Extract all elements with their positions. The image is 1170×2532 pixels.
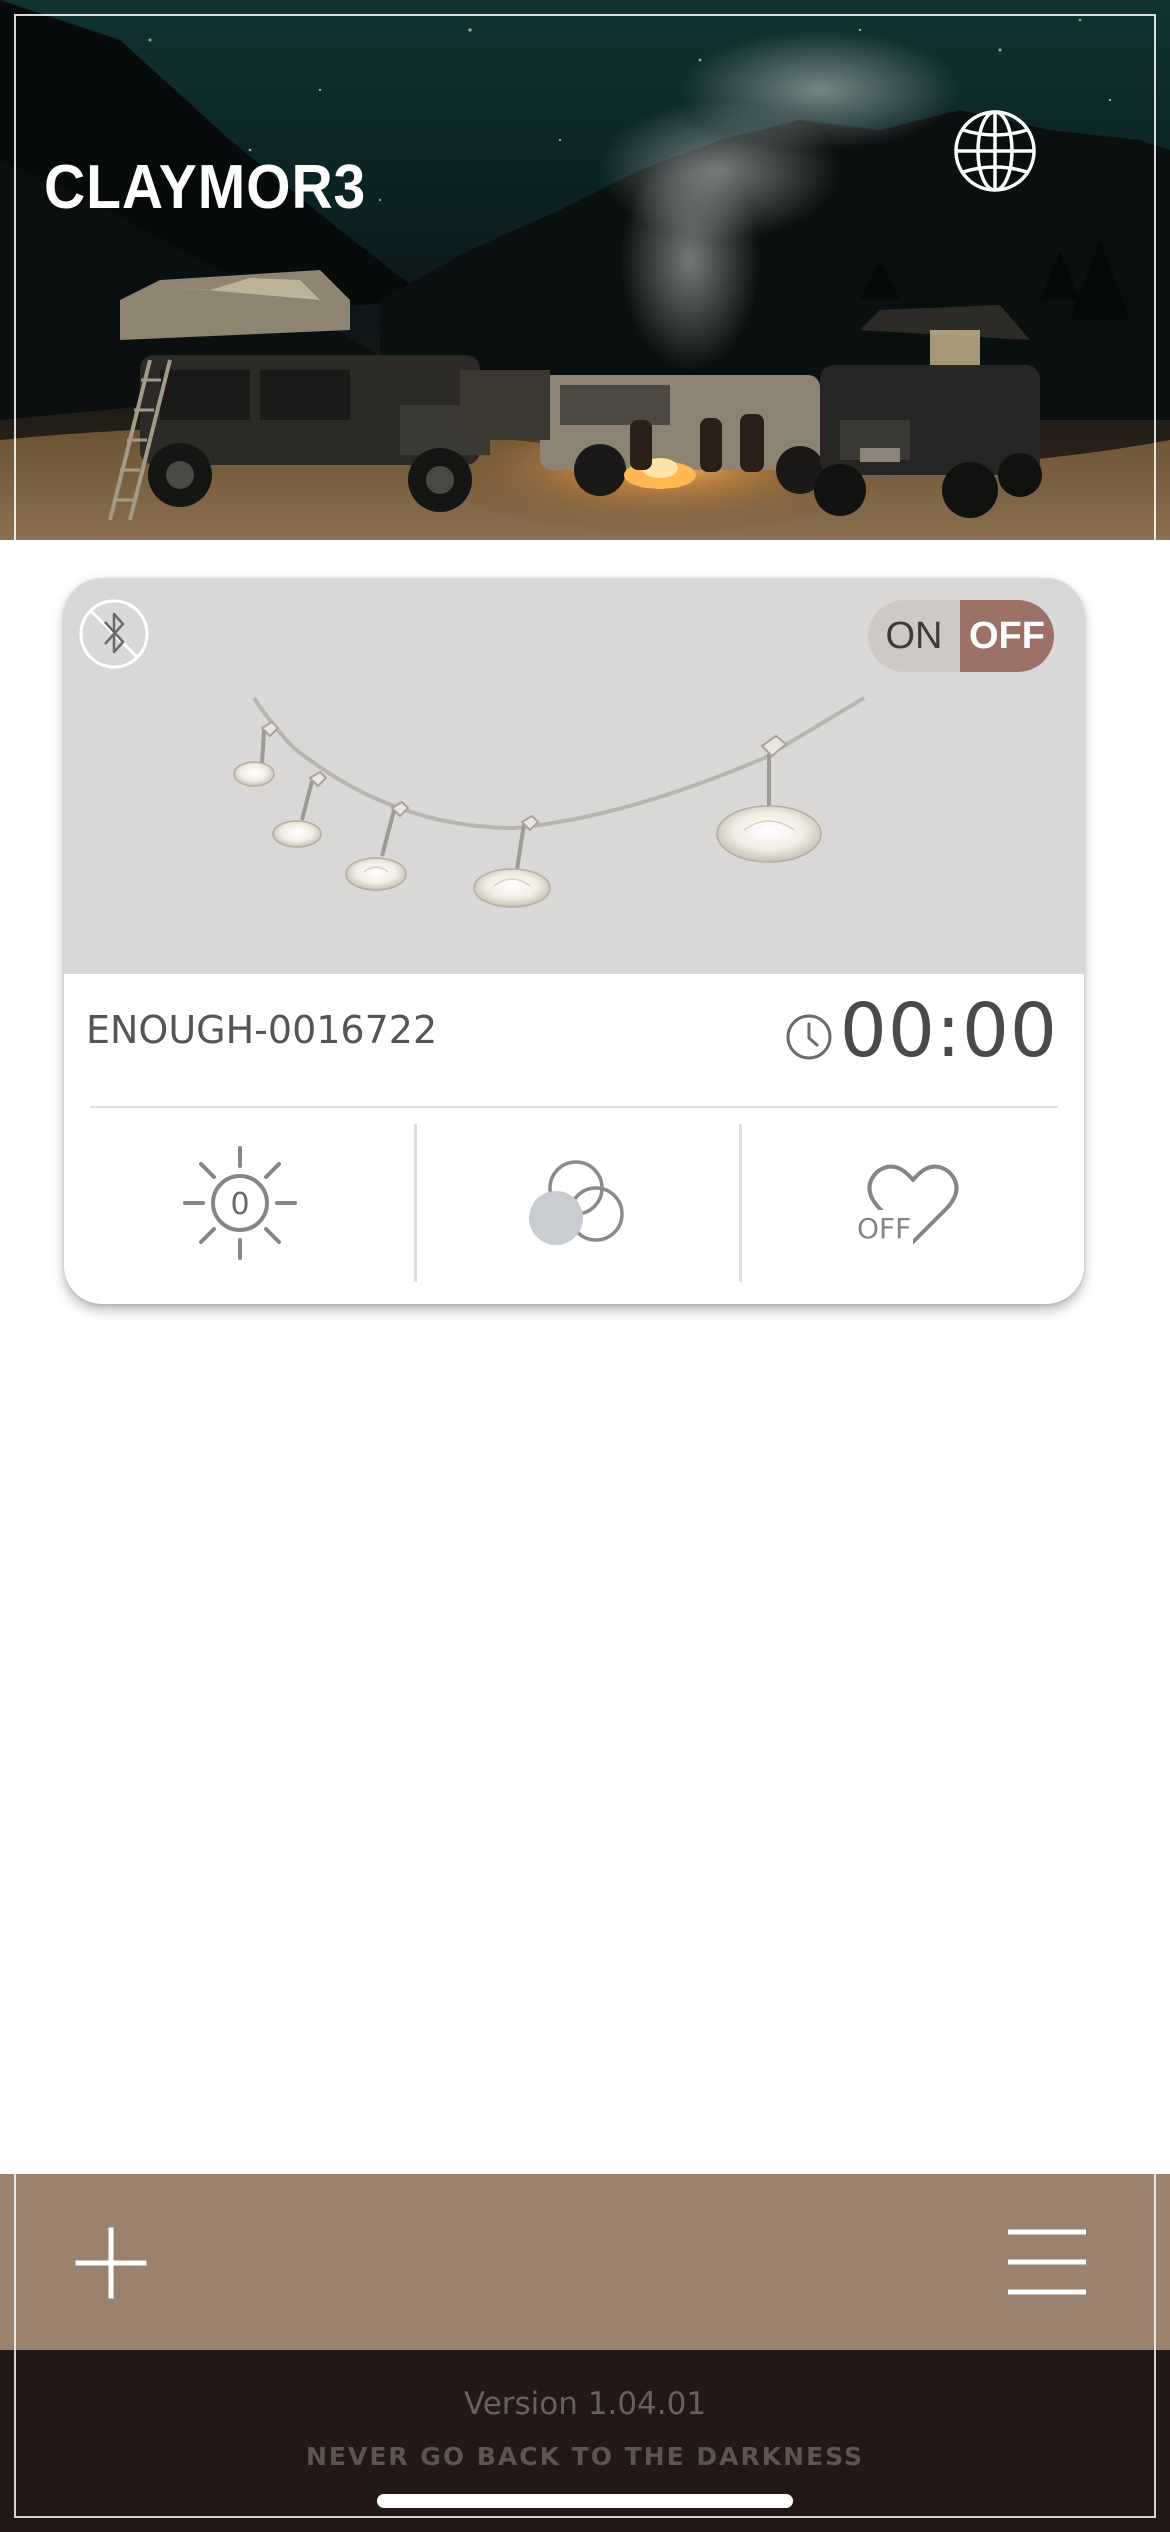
timer-display[interactable]: 00:00 bbox=[840, 988, 1058, 1074]
brightness-icon: 0 bbox=[183, 1146, 297, 1260]
favorite-button[interactable]: OFF bbox=[742, 1124, 1084, 1282]
app-version: Version 1.04.01 bbox=[463, 2386, 707, 2422]
footer: Version 1.04.01 NEVER GO BACK TO THE DAR… bbox=[0, 2350, 1170, 2532]
plus-icon[interactable] bbox=[74, 2226, 148, 2300]
hamburger-icon[interactable] bbox=[1006, 2226, 1088, 2298]
favorite-off-label: OFF bbox=[857, 1212, 911, 1245]
device-image: ON OFF bbox=[64, 578, 1084, 974]
device-card[interactable]: ON OFF ENOUGH-0016722 00:00 0 OFF bbox=[64, 578, 1084, 1304]
hero-banner: CLAYMOR3 bbox=[0, 0, 1170, 540]
tagline: NEVER GO BACK TO THE DARKNESS bbox=[305, 2442, 865, 2471]
toggle-on-label[interactable]: ON bbox=[868, 600, 960, 672]
color-mix-icon bbox=[529, 1160, 624, 1245]
device-name: ENOUGH-0016722 bbox=[86, 1008, 438, 1052]
toggle-off-label[interactable]: OFF bbox=[960, 600, 1054, 672]
color-button[interactable] bbox=[417, 1124, 739, 1282]
home-indicator[interactable] bbox=[377, 2494, 793, 2508]
app-screen: CLAYMOR3 ON OFF ENOUGH-0016722 00:00 0 O… bbox=[0, 0, 1170, 2532]
heart-icon: OFF bbox=[855, 1164, 959, 1245]
power-toggle[interactable]: ON OFF bbox=[868, 600, 1054, 672]
brightness-value: 0 bbox=[230, 1187, 249, 1222]
card-divider bbox=[90, 1106, 1058, 1108]
brand-logo: CLAYMOR3 bbox=[44, 153, 367, 222]
bottom-toolbar bbox=[0, 2174, 1170, 2350]
globe-icon[interactable] bbox=[952, 108, 1038, 194]
campsite-photo bbox=[0, 0, 1170, 540]
bluetooth-icon[interactable] bbox=[78, 598, 150, 670]
brightness-button[interactable]: 0 bbox=[64, 1124, 416, 1282]
clock-icon bbox=[784, 1012, 834, 1062]
